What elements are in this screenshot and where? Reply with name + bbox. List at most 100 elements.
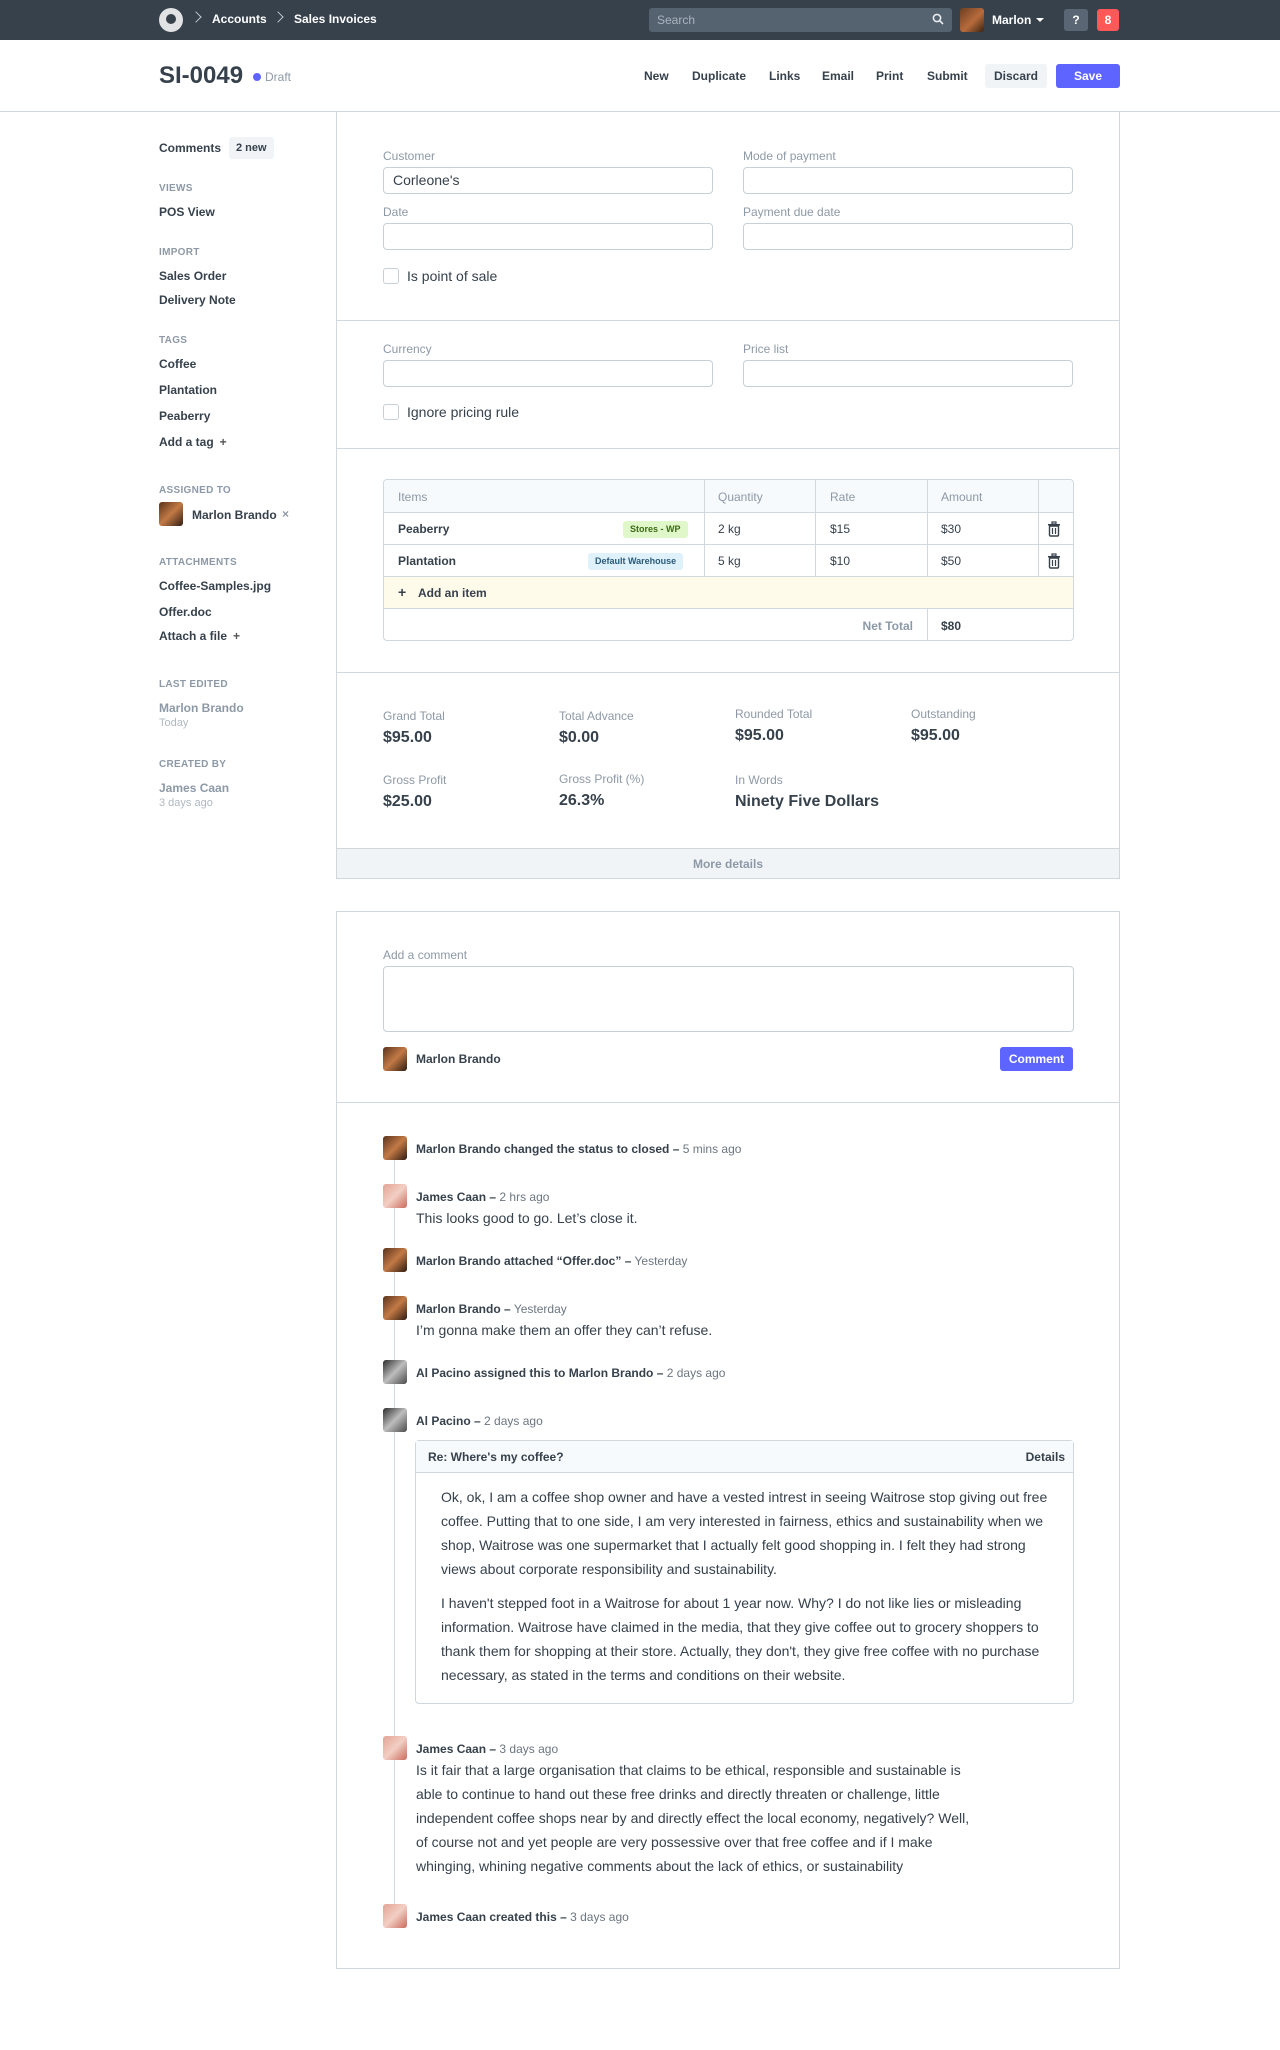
outstanding-value: $95.00 [911, 727, 960, 744]
comments-new-badge[interactable]: 2 new [229, 137, 274, 159]
timeline-item: James Caan – 2 hrs ago [416, 1190, 549, 1204]
comment-input[interactable] [383, 966, 1074, 1032]
assigned-label: Assigned to [159, 485, 232, 496]
timeline-line [394, 1160, 395, 1918]
email-card: Re: Where's my coffee? Details Ok, ok, I… [415, 1440, 1074, 1704]
save-button[interactable]: Save [1056, 64, 1120, 88]
timeline-event: Marlon Brando changed the status to clos… [416, 1142, 680, 1156]
customer-label: Customer [383, 149, 436, 163]
tag-plantation[interactable]: Plantation [159, 383, 217, 397]
in-words-label: In Words [735, 773, 783, 787]
discard-button[interactable]: Discard [985, 64, 1047, 88]
item-rate[interactable]: $15 [830, 522, 850, 536]
chevron-down-icon[interactable] [1036, 18, 1044, 22]
print-button[interactable]: Print [876, 69, 903, 83]
views-label: Views [159, 183, 193, 194]
rounded-total-label: Rounded Total [735, 707, 813, 721]
trash-icon[interactable] [1047, 521, 1061, 537]
email-paragraph: I haven't stepped foot in a Waitrose for… [441, 1595, 1040, 1683]
timestamp: Yesterday [513, 1302, 567, 1316]
item-amount: $30 [941, 522, 962, 536]
email-details-link[interactable]: Details [1026, 1450, 1065, 1464]
outstanding-label: Outstanding [911, 707, 976, 721]
payment-due-field[interactable] [743, 223, 1073, 250]
total-advance-label: Total Advance [559, 709, 634, 723]
duplicate-button[interactable]: Duplicate [692, 69, 746, 83]
breadcrumb-sales-invoices[interactable]: Sales Invoices [294, 12, 377, 26]
gross-profit-pct-label: Gross Profit (%) [559, 772, 645, 786]
item-amount: $50 [941, 554, 962, 568]
mode-of-payment-field[interactable] [743, 167, 1073, 194]
submit-button[interactable]: Submit [927, 69, 968, 83]
notifications-badge[interactable]: 8 [1097, 9, 1119, 31]
net-total-value: $80 [941, 619, 962, 633]
pos-checkbox[interactable] [383, 268, 399, 284]
status-dot-icon [253, 73, 261, 81]
app-logo-icon[interactable] [159, 8, 183, 32]
net-total-label: Net Total [862, 619, 913, 633]
table-header: Items Quantity Rate Amount [384, 480, 1073, 513]
help-button[interactable]: ? [1064, 9, 1088, 31]
email-button[interactable]: Email [822, 69, 854, 83]
search-placeholder: Search [657, 13, 696, 27]
add-item-button[interactable]: + Add an item [384, 577, 1073, 609]
trash-icon[interactable] [1047, 553, 1061, 569]
avatar [383, 1360, 407, 1384]
last-edited-label: Last edited [159, 679, 228, 690]
section-divider [337, 448, 1119, 449]
breadcrumb-accounts[interactable]: Accounts [212, 12, 267, 26]
warehouse-tag[interactable]: Stores - WP [623, 521, 688, 538]
in-words-value: Ninety Five Dollars [735, 793, 880, 810]
sidebar-item-sales-order[interactable]: Sales Order [159, 269, 226, 283]
more-details-button[interactable]: More details [337, 848, 1119, 878]
remove-assignee-icon[interactable]: × [282, 507, 289, 521]
warehouse-tag[interactable]: Default Warehouse [588, 553, 684, 570]
table-row[interactable]: Plantation Default Warehouse 5 kg $10 $5… [384, 545, 1073, 577]
sidebar-comments[interactable]: Comments [159, 141, 221, 155]
email-header: Re: Where's my coffee? Details [416, 1441, 1073, 1473]
table-row[interactable]: Peaberry Stores - WP 2 kg $15 $30 [384, 513, 1073, 545]
total-advance-value: $0.00 [559, 729, 600, 746]
currency-field[interactable] [383, 360, 713, 387]
section-divider [337, 672, 1119, 673]
tag-coffee[interactable]: Coffee [159, 357, 196, 371]
tag-peaberry[interactable]: Peaberry [159, 409, 210, 423]
assignee-name[interactable]: Marlon Brando [192, 508, 277, 522]
customer-field[interactable]: Corleone's [383, 167, 713, 194]
plus-icon: + [398, 584, 407, 600]
sidebar-item-delivery-note[interactable]: Delivery Note [159, 293, 236, 307]
items-table: Items Quantity Rate Amount Peaberry Stor… [383, 479, 1074, 641]
grand-total-label: Grand Total [383, 709, 445, 723]
timestamp: 2 days ago [666, 1366, 726, 1380]
attach-file-button[interactable]: Attach a file + [159, 629, 240, 643]
user-menu-name[interactable]: Marlon [992, 13, 1031, 27]
avatar[interactable] [960, 8, 984, 32]
attachment-offer-doc[interactable]: Offer.doc [159, 605, 212, 619]
timeline-event: Al Pacino assigned this to Marlon Brando… [416, 1366, 664, 1380]
timeline-item: Marlon Brando attached “Offer.doc” – Yes… [416, 1254, 687, 1268]
mode-of-payment-label: Mode of payment [743, 149, 836, 163]
sidebar-item-pos-view[interactable]: POS View [159, 205, 215, 219]
timestamp: 2 hrs ago [499, 1190, 550, 1204]
ignore-pricing-checkbox[interactable] [383, 404, 399, 420]
item-name[interactable]: Peaberry [398, 522, 449, 536]
comment-text: This looks good to go. Let’s close it. [416, 1210, 638, 1226]
date-field[interactable] [383, 223, 713, 250]
col-items: Items [398, 490, 428, 504]
price-list-field[interactable] [743, 360, 1073, 387]
add-tag-button[interactable]: Add a tag + [159, 435, 227, 449]
attachment-coffee-samples[interactable]: Coffee-Samples.jpg [159, 579, 271, 593]
avatar [383, 1184, 407, 1208]
ignore-pricing-label: Ignore pricing rule [407, 404, 520, 420]
attachments-label: Attachments [159, 557, 237, 568]
timeline-item: James Caan – 3 days ago [416, 1742, 558, 1756]
item-qty[interactable]: 5 kg [718, 554, 741, 568]
item-name[interactable]: Plantation [398, 554, 456, 568]
links-button[interactable]: Links [769, 69, 800, 83]
comment-button[interactable]: Comment [1000, 1047, 1073, 1071]
item-rate[interactable]: $10 [830, 554, 850, 568]
new-button[interactable]: New [644, 69, 669, 83]
item-qty[interactable]: 2 kg [718, 522, 741, 536]
search-input[interactable]: Search [649, 8, 952, 32]
created-by-label: Created by [159, 759, 227, 770]
